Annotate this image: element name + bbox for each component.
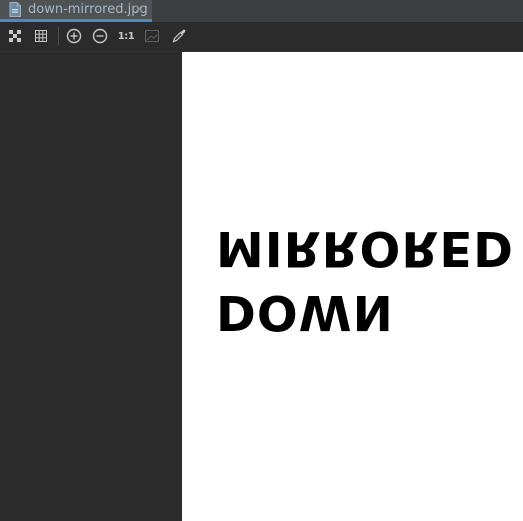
fit-to-window-icon	[9, 30, 21, 42]
image-preview: MIRRORED DOWN	[182, 52, 523, 521]
tab-title: down-mirrored.jpg	[28, 2, 148, 17]
toolbar-separator	[58, 27, 59, 45]
actual-size-button[interactable]: 1:1	[116, 27, 136, 45]
image-toolbar: 1:1	[0, 22, 523, 52]
fit-to-window-button[interactable]	[6, 27, 24, 45]
image-viewer-window: down-mirrored.jpg ✕ 1:1 MIRRORED DOWN	[0, 0, 523, 521]
actual-size-label: 1:1	[117, 30, 135, 42]
color-picker-button[interactable]	[170, 27, 188, 45]
image-text-line-1: MIRRORED	[216, 220, 514, 276]
image-text-line-2: DOWN	[216, 284, 394, 340]
zoom-in-button[interactable]	[65, 27, 83, 45]
zoom-out-button[interactable]	[91, 27, 109, 45]
editor-tab[interactable]: down-mirrored.jpg ✕	[0, 0, 152, 22]
image-file-icon	[9, 2, 21, 17]
image-canvas[interactable]: MIRRORED DOWN	[0, 52, 523, 521]
editor-tab-bar: down-mirrored.jpg ✕	[0, 0, 523, 22]
zoom-in-icon	[66, 28, 82, 44]
close-icon[interactable]: ✕	[134, 1, 144, 17]
change-background-button[interactable]	[143, 27, 161, 45]
zoom-out-icon	[92, 28, 108, 44]
background-icon	[145, 30, 159, 42]
color-picker-icon	[172, 29, 186, 43]
toggle-grid-button[interactable]	[32, 27, 50, 45]
grid-icon	[35, 30, 47, 42]
